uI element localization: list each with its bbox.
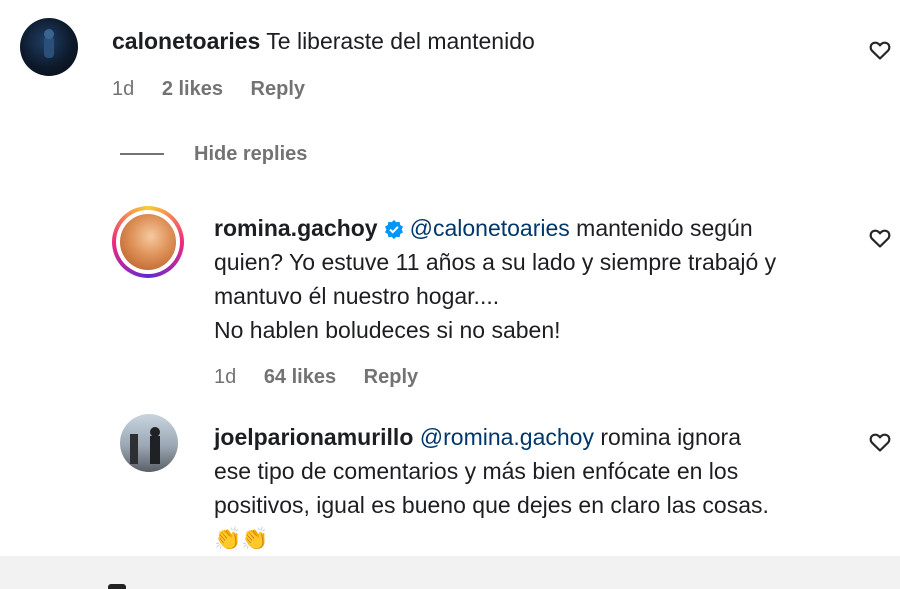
avatar-romina-gachoy[interactable] xyxy=(112,206,184,278)
divider-line xyxy=(120,153,164,155)
likes-count[interactable]: 2 likes xyxy=(162,78,223,100)
avatar-calonetoaries[interactable] xyxy=(20,18,78,76)
heart-icon[interactable] xyxy=(868,430,892,454)
reply-button[interactable]: Reply xyxy=(364,366,418,388)
bottom-divider-area xyxy=(0,556,900,589)
comment-text-line2: quien? Yo estuve 11 años a su lado y sie… xyxy=(214,249,777,275)
likes-count[interactable]: 64 likes xyxy=(264,366,336,388)
reply-button[interactable]: Reply xyxy=(251,78,305,100)
mention-link[interactable]: @romina.gachoy xyxy=(420,424,594,450)
hide-replies-label: Hide replies xyxy=(194,142,308,165)
mention-link[interactable]: @calonetoaries xyxy=(410,215,570,241)
heart-icon[interactable] xyxy=(868,38,892,62)
comment-text-line1: romina ignora xyxy=(600,424,742,450)
comment-text-line2: ese tipo de comentarios y más bien enfóc… xyxy=(214,458,739,484)
comment-username[interactable]: romina.gachoy xyxy=(214,215,378,241)
profile-photo xyxy=(120,214,176,270)
comment-1-body: calonetoaries Te liberaste del mantenido xyxy=(112,24,535,58)
comment-time: 1d xyxy=(214,366,237,388)
comment-2-body: romina.gachoy @calonetoaries mantenido s… xyxy=(214,211,854,347)
comment-text: Te liberaste del mantenido xyxy=(266,28,535,54)
comment-time: 1d xyxy=(112,78,135,100)
comment-username[interactable]: calonetoaries xyxy=(112,28,260,54)
hide-replies-button[interactable]: Hide replies xyxy=(120,140,307,168)
comment-1-meta: 1d 2 likes Reply xyxy=(112,78,327,101)
comment-text-line3: mantuvo él nuestro hogar.... xyxy=(214,283,500,309)
comment-3-body: joelparionamurillo @romina.gachoy romina… xyxy=(214,420,854,556)
comment-2-meta: 1d 64 likes Reply xyxy=(214,366,440,389)
partial-element xyxy=(108,584,126,589)
comment-text-line1: mantenido según xyxy=(576,215,753,241)
outdoor-photo-icon xyxy=(130,427,160,464)
comment-text-line4: No hablen boludeces si no saben! xyxy=(214,317,561,343)
avatar-joelparionamurillo[interactable] xyxy=(120,414,178,472)
verified-badge-icon xyxy=(384,220,403,239)
comment-text-line3: positivos, igual es bueno que dejes en c… xyxy=(214,492,769,518)
person-silhouette-icon xyxy=(44,29,54,58)
clapping-emoji: 👏👏 xyxy=(214,526,269,551)
comment-username[interactable]: joelparionamurillo xyxy=(214,424,413,450)
heart-icon[interactable] xyxy=(868,226,892,250)
